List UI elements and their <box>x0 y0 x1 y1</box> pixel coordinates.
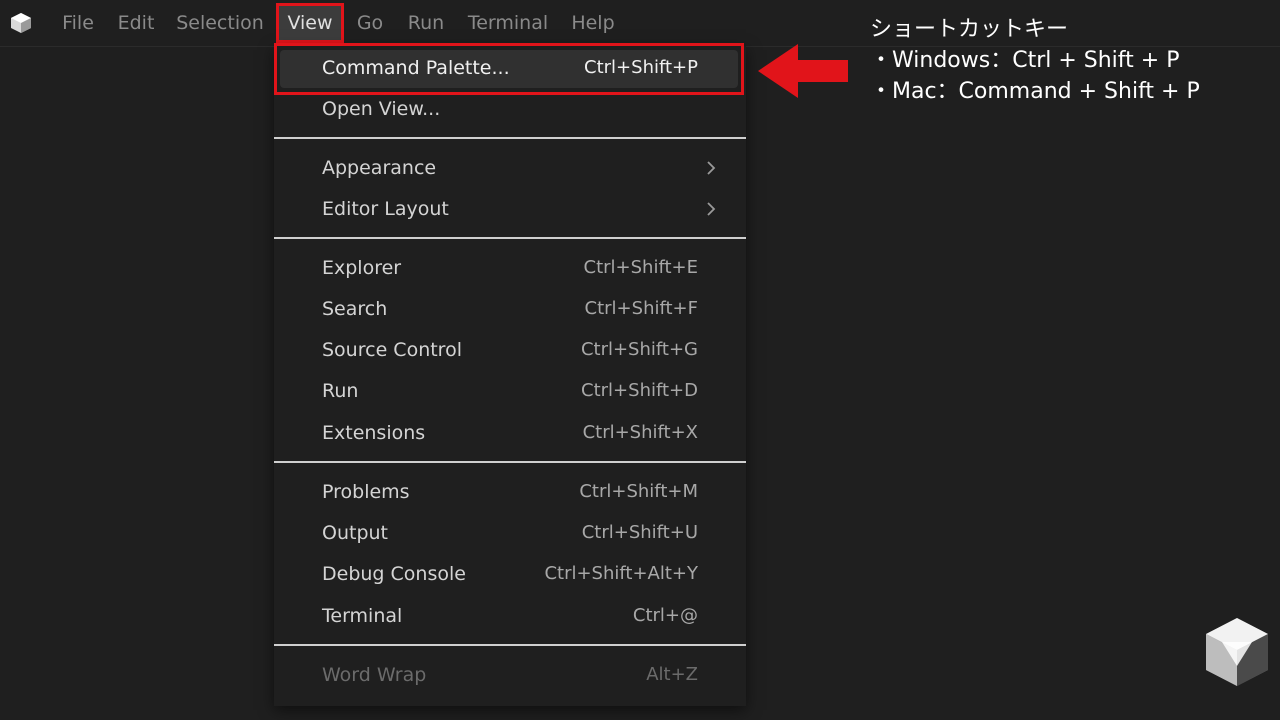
menu-item-label: Word Wrap <box>322 664 427 686</box>
command-palette-highlight-frame <box>274 43 744 95</box>
menu-item-source-control[interactable]: Source Control Ctrl+Shift+G <box>274 330 746 370</box>
menu-item-run[interactable]: Run Ctrl+Shift+D <box>274 371 746 411</box>
cube-logo-icon <box>1206 618 1268 686</box>
menu-item-label: Terminal <box>322 605 403 627</box>
menu-item-shortcut: Ctrl+Shift+X <box>582 422 698 443</box>
menu-item-terminal[interactable]: Terminal Ctrl+@ <box>274 596 746 636</box>
menu-item-debug-console[interactable]: Debug Console Ctrl+Shift+Alt+Y <box>274 554 746 594</box>
menu-item-shortcut: Ctrl+Shift+F <box>584 298 698 319</box>
menu-item-problems[interactable]: Problems Ctrl+Shift+M <box>274 472 746 512</box>
annotation-title: ショートカットキー <box>870 17 1069 42</box>
menu-item-shortcut: Ctrl+Shift+U <box>581 522 698 543</box>
menu-item-label: Problems <box>322 481 410 503</box>
chevron-right-icon <box>707 161 716 175</box>
menu-edit[interactable]: Edit <box>110 0 162 46</box>
menu-item-label: Debug Console <box>322 563 466 585</box>
menu-file[interactable]: File <box>52 0 104 46</box>
menu-item-label: Extensions <box>322 422 426 444</box>
menu-run[interactable]: Run <box>402 0 450 46</box>
shortcut-annotation: ショートカットキー ・Windows：Ctrl + Shift + P ・Mac… <box>870 14 1200 107</box>
menu-item-label: Run <box>322 380 359 402</box>
menu-help[interactable]: Help <box>566 0 620 46</box>
menu-item-search[interactable]: Search Ctrl+Shift+F <box>274 289 746 329</box>
menu-item-explorer[interactable]: Explorer Ctrl+Shift+E <box>274 248 746 288</box>
menu-terminal[interactable]: Terminal <box>462 0 554 46</box>
menu-item-editor-layout[interactable]: Editor Layout <box>274 189 746 229</box>
menu-item-shortcut: Ctrl+Shift+G <box>580 339 698 360</box>
menu-item-shortcut: Ctrl+Shift+D <box>581 380 698 401</box>
menu-separator <box>274 137 746 139</box>
menu-item-output[interactable]: Output Ctrl+Shift+U <box>274 513 746 553</box>
menu-item-label: Search <box>322 298 388 320</box>
menu-item-shortcut: Alt+Z <box>646 664 698 685</box>
menu-item-label: Appearance <box>322 157 437 179</box>
annotation-windows: ・Windows：Ctrl + Shift + P <box>870 48 1180 73</box>
menu-separator <box>274 237 746 239</box>
menu-item-label: Open View... <box>322 98 441 120</box>
chevron-right-icon <box>707 202 716 216</box>
menu-item-shortcut: Ctrl+Shift+Alt+Y <box>544 563 698 584</box>
menu-selection[interactable]: Selection <box>172 0 268 46</box>
menu-item-label: Output <box>322 522 388 544</box>
menu-view[interactable]: View <box>276 3 344 43</box>
menu-item-shortcut: Ctrl+Shift+M <box>579 481 698 502</box>
menu-separator <box>274 644 746 646</box>
vscode-logo-icon[interactable] <box>10 12 32 34</box>
menu-item-label: Explorer <box>322 257 402 279</box>
arrow-left-icon <box>758 44 848 98</box>
view-dropdown-menu: Command Palette... Ctrl+Shift+P Open Vie… <box>274 46 746 706</box>
menu-go[interactable]: Go <box>350 0 390 46</box>
menu-item-label: Source Control <box>322 339 462 361</box>
menu-item-shortcut: Ctrl+@ <box>632 605 698 626</box>
menu-item-label: Editor Layout <box>322 198 449 220</box>
menu-item-extensions[interactable]: Extensions Ctrl+Shift+X <box>274 413 746 453</box>
menu-item-shortcut: Ctrl+Shift+E <box>583 257 698 278</box>
menu-item-appearance[interactable]: Appearance <box>274 148 746 188</box>
menu-item-open-view[interactable]: Open View... <box>274 89 746 129</box>
annotation-mac: ・Mac：Command + Shift + P <box>870 79 1200 104</box>
menu-item-word-wrap[interactable]: Word Wrap Alt+Z <box>274 655 746 695</box>
menu-separator <box>274 461 746 463</box>
